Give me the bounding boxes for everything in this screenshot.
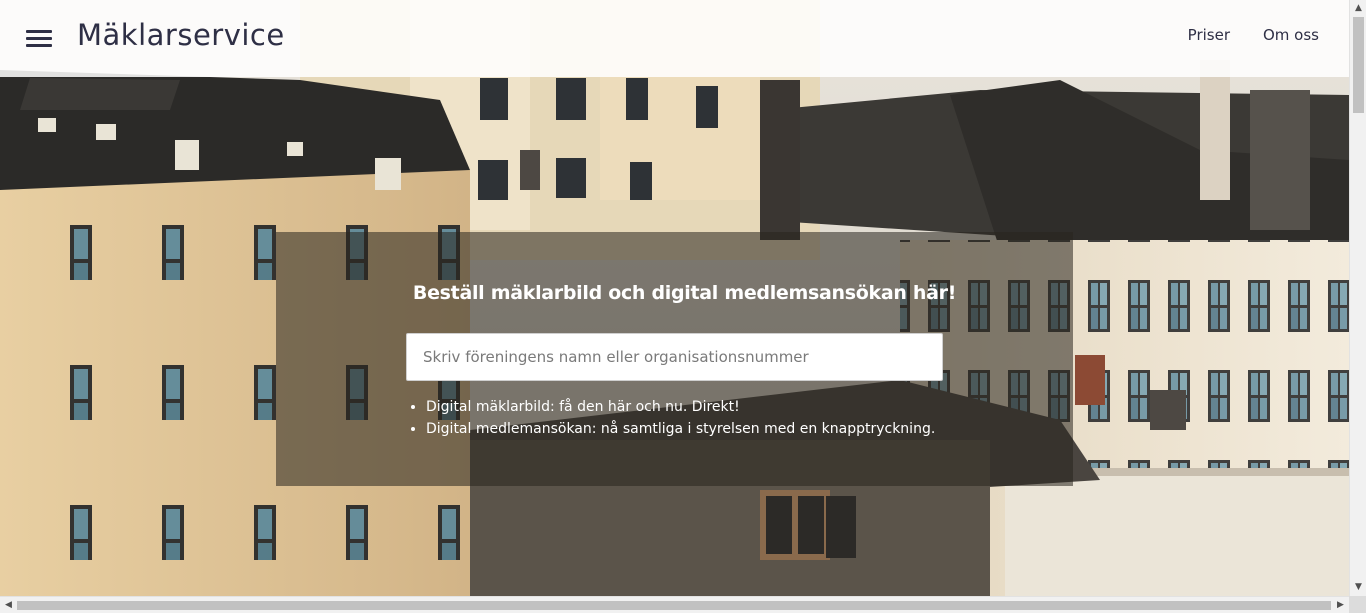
nav-link-om-oss[interactable]: Om oss xyxy=(1263,26,1319,44)
feature-item-medlemsansokan: Digital medlemansökan: nå samtliga i sty… xyxy=(426,418,935,440)
search-panel: Beställ mäklarbild och digital medlemsan… xyxy=(276,232,1073,486)
hero-title: Beställ mäklarbild och digital medlemsan… xyxy=(412,282,957,304)
menu-line xyxy=(26,37,52,40)
feature-list: Digital mäklarbild: få den här och nu. D… xyxy=(406,396,935,440)
page-viewport: Mäklarservice Priser Om oss Beställ mäkl… xyxy=(0,0,1349,596)
horizontal-scrollbar-thumb[interactable] xyxy=(17,601,1331,610)
vertical-scrollbar-thumb[interactable] xyxy=(1353,17,1364,113)
feature-item-maklarbild: Digital mäklarbild: få den här och nu. D… xyxy=(426,396,935,418)
main-nav: Priser Om oss xyxy=(1188,26,1319,44)
chevron-left-icon[interactable]: ◀ xyxy=(0,597,17,614)
association-search-input[interactable] xyxy=(406,333,943,381)
scrollbar-corner xyxy=(1349,596,1366,613)
chevron-up-icon[interactable]: ▲ xyxy=(1350,0,1366,17)
menu-line xyxy=(26,30,52,33)
top-navigation-bar: Mäklarservice Priser Om oss xyxy=(0,0,1349,77)
chevron-right-icon[interactable]: ▶ xyxy=(1332,597,1349,614)
chevron-down-icon[interactable]: ▼ xyxy=(1350,579,1366,596)
nav-link-priser[interactable]: Priser xyxy=(1188,26,1230,44)
menu-line xyxy=(26,44,52,47)
vertical-scrollbar[interactable]: ▲ ▼ xyxy=(1349,0,1366,596)
horizontal-scrollbar[interactable]: ◀ ▶ xyxy=(0,596,1349,613)
hamburger-menu-icon[interactable] xyxy=(22,26,56,52)
brand-logo-text[interactable]: Mäklarservice xyxy=(77,18,285,52)
